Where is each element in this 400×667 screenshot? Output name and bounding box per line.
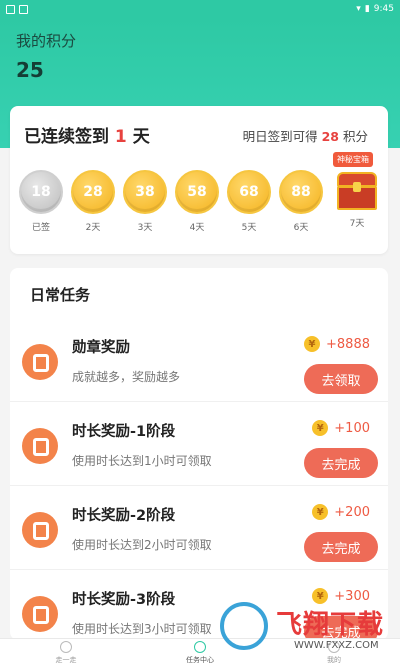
day-label: 5天: [241, 223, 257, 233]
checkin-day-2[interactable]: 28 2天: [70, 170, 116, 233]
wifi-icon: ▾: [356, 4, 361, 14]
checkin-day-1[interactable]: 18 已签: [18, 170, 64, 233]
coin-icon: 58: [175, 170, 219, 214]
task-desc: 使用时长达到3小时可领取: [72, 622, 212, 636]
reward-amount: +8888: [326, 336, 370, 352]
checkin-day-5[interactable]: 68 5天: [226, 170, 272, 233]
task-reward: ¥ +200: [312, 504, 370, 520]
watermark: 飞翔下载 WWW.FXXZ.COM: [212, 600, 400, 654]
day-label: 已签: [31, 223, 50, 233]
yuan-coin-icon: ¥: [304, 336, 321, 352]
coin-icon: 88: [279, 170, 323, 214]
reward-amount: +100: [334, 420, 370, 436]
tip-prefix: 明日签到可得: [242, 129, 318, 144]
checkin-prefix: 已连续签到: [24, 127, 109, 147]
medal-icon: [22, 428, 58, 464]
status-bar: ▾ ▮ 9:45: [0, 0, 400, 18]
reward-amount: +200: [334, 504, 370, 520]
checkin-tip: 明日签到可得 28 积分: [243, 126, 368, 145]
tab-label: 我的: [327, 656, 341, 664]
task-center-icon: [194, 641, 206, 653]
tab-label: 走一走: [55, 656, 77, 664]
checkin-day-6[interactable]: 88 6天: [278, 170, 324, 233]
task-reward: ¥ +8888: [304, 336, 370, 352]
claim-button[interactable]: 去领取: [304, 364, 378, 394]
notification-icon: [19, 4, 28, 14]
yuan-coin-icon: ¥: [312, 504, 329, 520]
yuan-coin-icon: ¥: [312, 420, 329, 436]
coin-icon: 28: [71, 170, 115, 214]
watermark-url: WWW.FXXZ.COM: [294, 640, 379, 651]
medal-icon: [22, 344, 58, 380]
mystery-chest-badge: 神秘宝箱: [333, 152, 373, 167]
tip-points: 28: [321, 129, 339, 144]
status-time: 9:45: [373, 4, 394, 14]
coin-icon: 18: [19, 170, 63, 214]
task-row: 勋章奖励 成就越多，奖励越多 ¥ +8888 去领取: [10, 318, 388, 402]
task-name: 时长奖励-2阶段: [72, 508, 176, 524]
treasure-chest-icon: [337, 172, 377, 210]
watermark-logo-icon: [220, 602, 268, 650]
task-desc: 使用时长达到1小时可领取: [72, 454, 212, 468]
medal-icon: [22, 596, 58, 632]
daily-tasks-card: 日常任务 勋章奖励 成就越多，奖励越多 ¥ +8888 去领取 时长奖励-1阶段…: [10, 268, 388, 640]
checkin-day-4[interactable]: 58 4天: [174, 170, 220, 233]
checkin-days: 1: [114, 127, 127, 147]
watermark-text: 飞翔下载: [276, 610, 385, 640]
day-label: 4天: [189, 223, 205, 233]
task-name: 时长奖励-3阶段: [72, 592, 176, 608]
task-name: 时长奖励-1阶段: [72, 424, 176, 440]
day-label: 3天: [137, 223, 153, 233]
medal-icon: [22, 512, 58, 548]
tab-label: 任务中心: [186, 656, 214, 664]
coin-icon: 68: [227, 170, 271, 214]
task-desc: 成就越多，奖励越多: [72, 370, 181, 384]
checkin-day-3[interactable]: 38 3天: [122, 170, 168, 233]
battery-icon: ▮: [364, 4, 370, 14]
checkin-days-row: 18 已签 28 2天 38 3天 58 4天 68 5天 88 6天 7天: [18, 170, 380, 242]
day-label: 7天: [349, 219, 365, 229]
task-name: 勋章奖励: [72, 340, 130, 356]
task-row: 时长奖励-1阶段 使用时长达到1小时可领取 ¥ +100 去完成: [10, 402, 388, 486]
checkin-suffix: 天: [132, 127, 150, 147]
points-value: 25: [16, 58, 44, 82]
task-desc: 使用时长达到2小时可领取: [72, 538, 212, 552]
task-row: 时长奖励-2阶段 使用时长达到2小时可领取 ¥ +200 去完成: [10, 486, 388, 570]
day-label: 6天: [293, 223, 309, 233]
checkin-card: 已连续签到 1 天 明日签到可得 28 积分 神秘宝箱 18 已签 28 2天 …: [10, 106, 388, 254]
complete-button[interactable]: 去完成: [304, 532, 378, 562]
coin-icon: 38: [123, 170, 167, 214]
task-reward: ¥ +100: [312, 420, 370, 436]
checkin-streak: 已连续签到 1 天: [24, 122, 150, 147]
tip-suffix: 积分: [342, 129, 368, 144]
notification-icon: [6, 4, 15, 14]
walk-icon: [60, 641, 72, 653]
day-label: 2天: [85, 223, 101, 233]
tab-walk[interactable]: 走一走: [36, 641, 96, 665]
tasks-title: 日常任务: [30, 286, 91, 304]
points-label: 我的积分: [16, 32, 77, 50]
checkin-day-7[interactable]: 7天: [334, 170, 380, 229]
complete-button[interactable]: 去完成: [304, 448, 378, 478]
